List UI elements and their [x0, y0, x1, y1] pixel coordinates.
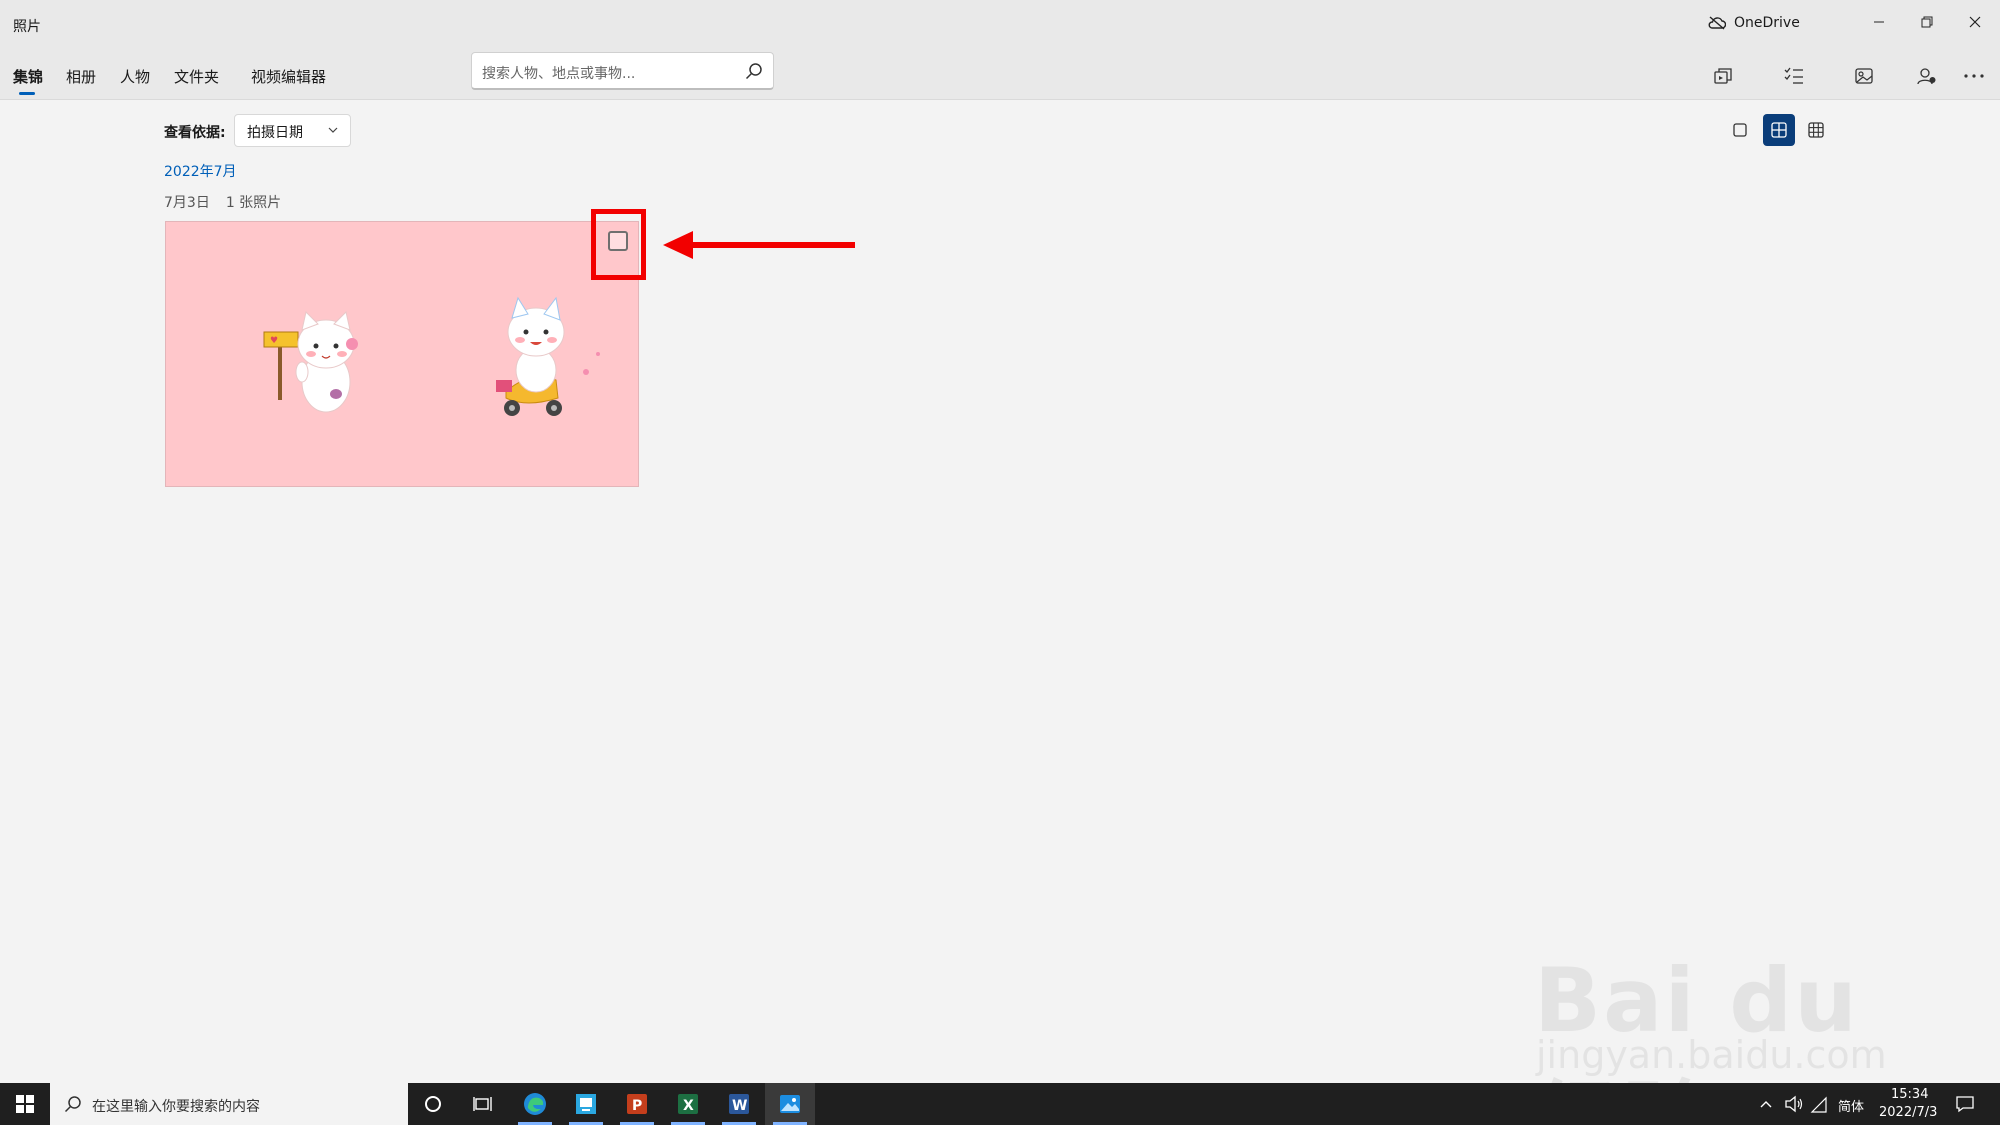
tray-overflow-icon[interactable] — [1760, 1099, 1772, 1109]
svg-text:P: P — [632, 1098, 642, 1114]
photos-icon — [780, 1095, 800, 1113]
tab-collection[interactable]: 集锦 — [13, 66, 43, 87]
small-grid-button[interactable] — [1800, 114, 1832, 146]
volume-icon[interactable] — [1784, 1095, 1804, 1113]
cat-on-scooter-drawing — [496, 296, 600, 416]
slideshow-button[interactable] — [1709, 62, 1737, 90]
sign-heart: ♥ — [270, 336, 278, 346]
tab-video-editor[interactable]: 视频编辑器 — [251, 66, 326, 87]
account-button[interactable] — [1913, 62, 1941, 90]
tab-people[interactable]: 人物 — [120, 66, 150, 87]
search-icon[interactable] — [745, 62, 763, 80]
select-icon — [1784, 67, 1803, 84]
taskbar-search-placeholder: 在这里输入你要搜索的内容 — [92, 1099, 260, 1115]
close-button[interactable] — [1952, 6, 1998, 38]
onedrive-label: OneDrive — [1734, 15, 1800, 31]
excel-icon: X — [678, 1094, 698, 1114]
clock-date[interactable]: 2022/7/3 — [1879, 1105, 1937, 1120]
cortana-button[interactable] — [408, 1083, 458, 1125]
view-by-label: 查看依据: — [164, 125, 226, 141]
single-square-icon — [1733, 123, 1747, 137]
import-button[interactable] — [1851, 62, 1879, 90]
red-arrow-annotation — [663, 231, 855, 259]
taskbar-word[interactable]: W — [714, 1083, 764, 1125]
powerpoint-icon: P — [627, 1094, 647, 1114]
app-title: 照片 — [13, 19, 41, 35]
baidu-watermark: Bai du 经验 jingyan.baidu.com — [1530, 905, 1910, 1125]
minimize-button[interactable] — [1856, 6, 1902, 38]
photo-thumbnail[interactable]: ♥ — [165, 221, 639, 487]
restore-button[interactable] — [1904, 6, 1950, 38]
nav-bar: 集锦 相册 人物 文件夹 视频编辑器 搜索人物、地点或事物... — [0, 50, 2000, 100]
restore-icon — [1921, 16, 1933, 28]
day-label: 7月3日 — [164, 195, 210, 211]
control-panel-icon — [576, 1094, 596, 1114]
minimize-icon — [1874, 21, 1884, 23]
network-icon[interactable] — [1810, 1096, 1828, 1114]
search-placeholder: 搜索人物、地点或事物... — [482, 66, 636, 82]
cat-with-sign-drawing: ♥ — [263, 311, 358, 413]
title-bar: 照片 OneDrive — [0, 0, 2000, 50]
taskbar: 在这里输入你要搜索的内容 P X W 简体 15:34 2022/7/3 — [0, 1083, 2000, 1125]
single-view-button[interactable] — [1724, 114, 1756, 146]
tab-folders[interactable]: 文件夹 — [174, 66, 219, 87]
taskbar-search-icon — [64, 1096, 81, 1113]
task-view-button[interactable] — [458, 1083, 508, 1125]
import-icon — [1855, 68, 1873, 84]
clock-time[interactable]: 15:34 — [1891, 1087, 1928, 1102]
taskbar-excel[interactable]: X — [663, 1083, 713, 1125]
search-input[interactable]: 搜索人物、地点或事物... — [471, 52, 774, 90]
cloud-off-icon — [1708, 16, 1726, 30]
taskbar-photos[interactable] — [765, 1083, 815, 1125]
medium-grid-icon — [1771, 122, 1787, 138]
account-icon — [1917, 68, 1936, 85]
taskbar-edge[interactable] — [510, 1083, 560, 1125]
close-icon — [1969, 16, 1981, 28]
taskbar-search-input[interactable]: 在这里输入你要搜索的内容 — [50, 1083, 408, 1125]
photo-select-checkbox[interactable] — [608, 231, 628, 251]
small-grid-icon — [1808, 122, 1824, 138]
task-view-icon — [473, 1097, 492, 1111]
more-icon — [1964, 74, 1984, 78]
windows-icon — [16, 1095, 34, 1113]
word-icon: W — [729, 1094, 749, 1114]
svg-text:W: W — [732, 1098, 747, 1114]
view-by-dropdown[interactable]: 拍摄日期 — [234, 114, 351, 147]
slideshow-icon — [1714, 68, 1732, 84]
select-button[interactable] — [1780, 62, 1808, 90]
taskbar-control-panel[interactable] — [561, 1083, 611, 1125]
edge-icon — [524, 1093, 546, 1115]
active-tab-indicator — [19, 92, 35, 95]
svg-text:X: X — [683, 1098, 694, 1114]
start-button[interactable] — [0, 1083, 50, 1125]
day-heading: 7月3日 1 张照片 — [164, 192, 281, 212]
more-button[interactable] — [1960, 62, 1988, 90]
chevron-down-icon — [328, 127, 338, 133]
watermark-url: jingyan.baidu.com — [1536, 1033, 1887, 1077]
cortana-icon — [425, 1096, 441, 1112]
month-heading[interactable]: 2022年7月 — [164, 161, 237, 181]
photo-count: 1 张照片 — [225, 195, 282, 211]
tab-albums[interactable]: 相册 — [66, 66, 96, 87]
cats-illustration: ♥ — [263, 296, 600, 416]
notification-icon[interactable] — [1955, 1095, 1975, 1113]
medium-grid-button[interactable] — [1763, 114, 1795, 146]
ime-indicator[interactable]: 简体 — [1838, 1096, 1864, 1115]
taskbar-powerpoint[interactable]: P — [612, 1083, 662, 1125]
onedrive-button[interactable]: OneDrive — [1708, 15, 1800, 31]
view-by-value: 拍摄日期 — [247, 125, 303, 141]
